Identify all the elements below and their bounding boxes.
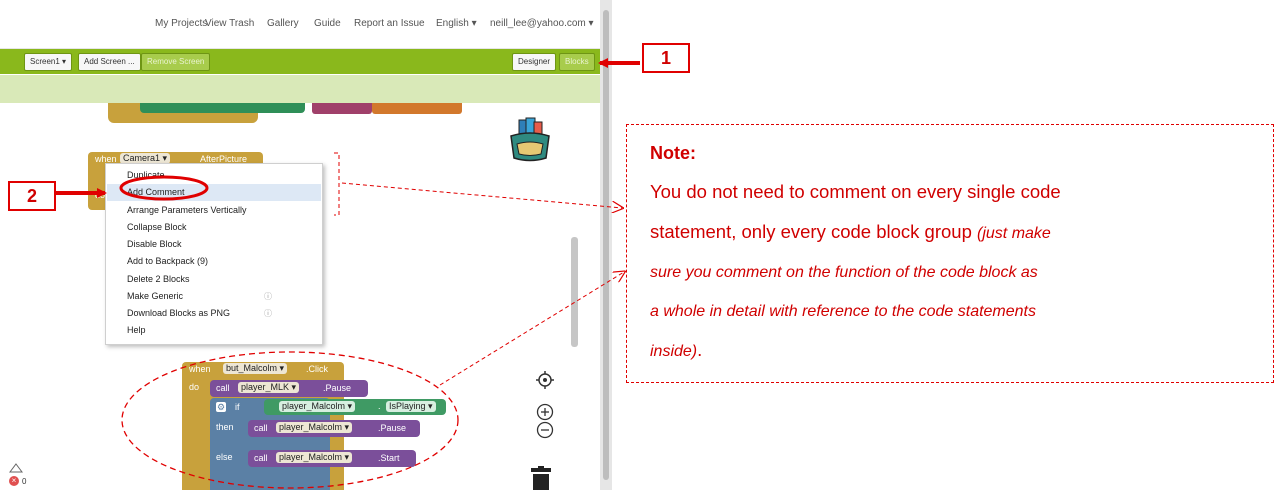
note-text: statement, only every code block group	[650, 221, 972, 242]
marker-2: 2	[8, 181, 56, 211]
note-line: You do not need to comment on every sing…	[650, 181, 1061, 202]
note-line: sure you comment on the function of the …	[650, 260, 1038, 282]
note-end: .	[697, 339, 703, 360]
note-title: Note:	[650, 143, 696, 163]
note-italic-text: a whole in detail with reference to the …	[650, 303, 1036, 320]
note-line: a whole in detail with reference to the …	[650, 299, 1036, 321]
note-box	[626, 124, 1274, 383]
note-italic-text: sure you comment on the function of the …	[650, 264, 1038, 281]
note-italic-text: (just make	[977, 225, 1051, 242]
note-italic-text: inside)	[650, 343, 698, 360]
note-line: statement, only every code block group (…	[650, 221, 1051, 243]
note-line: inside).	[650, 339, 702, 361]
marker-1: 1	[642, 43, 690, 73]
